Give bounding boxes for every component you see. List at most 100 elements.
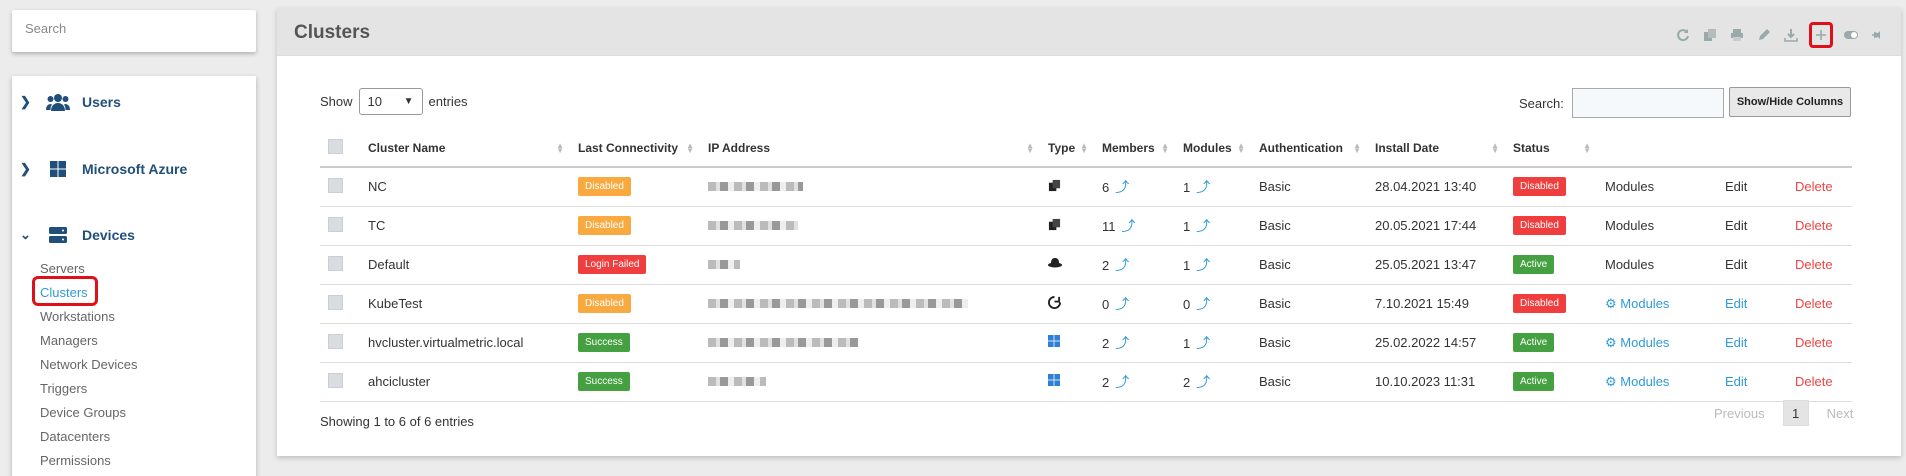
copy-type-icon — [1048, 218, 1062, 232]
connectivity-badge: Disabled — [578, 177, 631, 197]
chevron-right-icon: ❯ — [20, 94, 31, 109]
arrow-up-icon[interactable]: ⤴ — [1196, 257, 1210, 273]
ip-address-redacted — [708, 260, 740, 269]
members-count: 0 — [1102, 296, 1110, 312]
delete-link[interactable]: Delete — [1795, 257, 1833, 272]
sort-icon: ▲ ▼ — [1353, 141, 1361, 155]
row-checkbox[interactable] — [328, 177, 343, 193]
arrow-up-icon[interactable]: ⤴ — [1196, 335, 1210, 351]
column-header[interactable]: Type ▲ ▼ — [1040, 130, 1094, 168]
arrow-up-icon[interactable]: ⤴ — [1115, 374, 1129, 390]
download-icon[interactable] — [1782, 26, 1800, 44]
clusters-table: Cluster Name ▲ ▼ Last Connectivity ▲ ▼ IP Ad… — [320, 130, 1852, 402]
column-header[interactable]: Install Date ▲ ▼ — [1367, 130, 1505, 168]
sort-icon: ▲ ▼ — [1026, 141, 1034, 155]
edit-icon[interactable] — [1755, 26, 1773, 44]
delete-link[interactable]: Delete — [1795, 335, 1833, 350]
edit-link[interactable]: Edit — [1725, 296, 1747, 311]
entries-select[interactable]: 10 ▼ — [358, 88, 423, 115]
sidebar-item-permissions[interactable]: Permissions — [40, 453, 111, 468]
arrow-up-icon[interactable]: ⤴ — [1196, 374, 1210, 390]
edit-link[interactable]: Edit — [1725, 218, 1747, 233]
select-all-checkbox[interactable] — [328, 139, 343, 154]
cluster-name: ahcicluster — [368, 374, 431, 389]
arrow-up-icon[interactable]: ⤴ — [1115, 257, 1129, 273]
modules-link[interactable]: Modules — [1605, 218, 1654, 233]
show-hide-columns-button[interactable]: Show/Hide Columns — [1729, 87, 1851, 117]
auth-type: Basic — [1259, 179, 1291, 195]
status-badge: Disabled — [1513, 216, 1566, 235]
arrow-up-icon[interactable]: ⤴ — [1196, 179, 1210, 195]
print-icon[interactable] — [1728, 26, 1746, 44]
edit-link[interactable]: Edit — [1725, 335, 1747, 350]
status-badge: Active — [1513, 255, 1555, 274]
ip-address-redacted — [708, 299, 968, 308]
sidebar-item-datacenters[interactable]: Datacenters — [40, 429, 110, 444]
sidebar-item-device-groups[interactable]: Device Groups — [40, 405, 126, 420]
row-checkbox[interactable] — [328, 333, 343, 349]
edit-link[interactable]: Edit — [1725, 179, 1747, 194]
edit-link[interactable]: Edit — [1725, 374, 1747, 389]
column-header[interactable]: Members ▲ ▼ — [1094, 130, 1175, 168]
row-checkbox[interactable] — [328, 216, 343, 232]
arrow-up-icon[interactable]: ⤴ — [1115, 179, 1129, 195]
status-badge: Disabled — [1513, 294, 1566, 313]
row-checkbox[interactable] — [328, 372, 343, 388]
sort-icon: ▲ ▼ — [1080, 141, 1088, 155]
toggle-icon[interactable] — [1842, 26, 1860, 44]
sidebar-item-servers[interactable]: Servers — [40, 261, 85, 276]
sidebar-item-managers[interactable]: Managers — [40, 333, 98, 348]
sidebar-section-users[interactable]: ❯ Users — [12, 84, 256, 120]
arrow-up-icon[interactable]: ⤴ — [1115, 296, 1129, 312]
sidebar-item-network-devices[interactable]: Network Devices — [40, 357, 138, 372]
modules-link[interactable]: Modules — [1605, 257, 1654, 272]
modules-link[interactable]: Modules — [1605, 179, 1654, 194]
auth-type: Basic — [1259, 218, 1291, 233]
sidebar-item-workstations[interactable]: Workstations — [40, 309, 115, 324]
connectivity-badge: Success — [578, 372, 630, 391]
search-input[interactable] — [1571, 88, 1724, 118]
arrow-up-icon[interactable]: ⤴ — [1196, 218, 1210, 234]
edit-link[interactable]: Edit — [1725, 257, 1747, 272]
delete-link[interactable]: Delete — [1795, 179, 1833, 194]
sidebar-item-triggers[interactable]: Triggers — [40, 381, 87, 396]
cluster-name: hvcluster.virtualmetric.local — [368, 335, 524, 350]
column-header[interactable]: Status ▲ ▼ — [1505, 130, 1597, 168]
pin-icon[interactable] — [1869, 26, 1887, 44]
status-badge: Active — [1513, 333, 1555, 352]
sidebar-section-azure[interactable]: ❯ Microsoft Azure — [12, 151, 256, 187]
column-header[interactable]: Modules ▲ ▼ — [1175, 130, 1251, 168]
column-header[interactable]: Authentication ▲ ▼ — [1251, 130, 1367, 168]
members-count: 2 — [1102, 257, 1110, 273]
column-header[interactable]: Cluster Name ▲ ▼ — [360, 130, 570, 168]
table-info: Showing 1 to 6 of 6 entries — [320, 414, 474, 429]
sidebar-search-input[interactable]: Search — [12, 10, 256, 52]
column-header[interactable]: Last Connectivity ▲ ▼ — [570, 130, 700, 168]
kube-type-icon — [1048, 295, 1062, 310]
add-icon[interactable] — [1809, 22, 1833, 48]
auth-type: Basic — [1259, 374, 1291, 389]
refresh-icon[interactable] — [1674, 26, 1692, 44]
delete-link[interactable]: Delete — [1795, 296, 1833, 311]
row-checkbox[interactable] — [328, 255, 343, 271]
pagination-previous[interactable]: Previous — [1714, 406, 1765, 421]
arrow-up-icon[interactable]: ⤴ — [1115, 335, 1129, 351]
column-header[interactable]: IP Address ▲ ▼ — [700, 130, 1040, 168]
arrow-up-icon[interactable]: ⤴ — [1122, 218, 1136, 234]
modules-link[interactable]: Modules — [1620, 296, 1669, 311]
members-count: 2 — [1102, 335, 1110, 351]
modules-link[interactable]: Modules — [1620, 335, 1669, 350]
modules-link[interactable]: Modules — [1620, 374, 1669, 389]
delete-link[interactable]: Delete — [1795, 218, 1833, 233]
pagination-page[interactable]: 1 — [1782, 400, 1809, 426]
members-count: 2 — [1102, 374, 1110, 390]
column-label: Last Connectivity — [578, 141, 679, 155]
arrow-up-icon[interactable]: ⤴ — [1196, 296, 1210, 312]
copy-icon[interactable] — [1701, 26, 1719, 44]
sort-icon: ▲ ▼ — [1161, 141, 1169, 155]
pagination-next[interactable]: Next — [1827, 406, 1854, 421]
auth-type: Basic — [1259, 296, 1291, 311]
delete-link[interactable]: Delete — [1795, 374, 1833, 389]
sidebar-section-devices[interactable]: ⌄ Devices — [12, 217, 256, 253]
row-checkbox[interactable] — [328, 294, 343, 310]
